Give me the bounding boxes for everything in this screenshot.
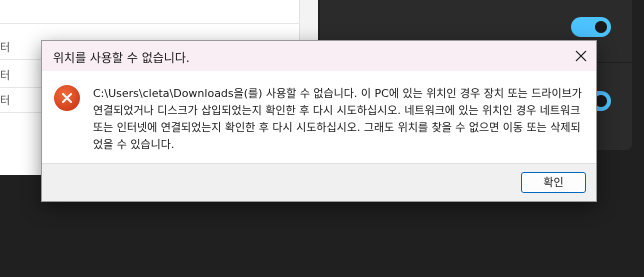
background-list-row xyxy=(0,0,300,24)
background-row-text: 터 xyxy=(0,94,10,107)
close-button[interactable] xyxy=(566,41,596,71)
error-icon xyxy=(54,85,80,111)
close-icon xyxy=(575,50,587,62)
dialog-footer: 확인 xyxy=(42,163,596,201)
dialog-title: 위치를 사용할 수 없습니다. xyxy=(53,51,190,65)
error-message: C:\Users\cleta\Downloads을(를) 사용할 수 없습니다.… xyxy=(93,87,582,151)
error-dialog: 위치를 사용할 수 없습니다. C:\Users\cleta\Downloads… xyxy=(41,40,597,202)
ok-button[interactable]: 확인 xyxy=(521,172,586,193)
background-toggle-switch[interactable] xyxy=(571,17,611,37)
dialog-titlebar: 위치를 사용할 수 없습니다. xyxy=(42,41,596,71)
dialog-content: C:\Users\cleta\Downloads을(를) 사용할 수 없습니다.… xyxy=(42,71,596,163)
background-row-text: 터 xyxy=(0,69,10,82)
background-row-text: 터 xyxy=(0,41,10,54)
